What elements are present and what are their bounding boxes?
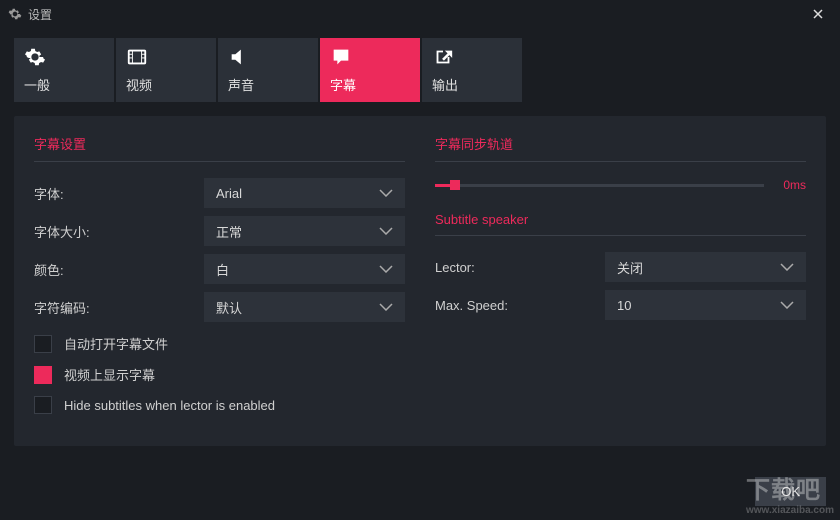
slider-thumb[interactable] [450,180,460,190]
select-value: 关闭 [617,258,643,277]
encoding-label: 字符编码: [34,298,204,317]
auto-open-label: 自动打开字幕文件 [64,334,168,353]
tab-label: 视频 [126,75,206,94]
maxspeed-select[interactable]: 10 [605,290,806,320]
tab-label: 声音 [228,75,308,94]
size-label: 字体大小: [34,222,204,241]
speaker-icon [228,46,250,68]
ok-button[interactable]: OK [755,477,826,506]
gear-icon [24,46,46,68]
lector-label: Lector: [435,260,605,275]
tab-general[interactable]: 一般 [14,38,114,102]
sync-value: 0ms [776,178,806,192]
tab-label: 一般 [24,75,104,94]
encoding-select[interactable]: 默认 [204,292,405,322]
tab-label: 输出 [432,75,512,94]
tab-video[interactable]: 视频 [116,38,216,102]
color-label: 颜色: [34,260,204,279]
tab-audio[interactable]: 声音 [218,38,318,102]
select-value: Arial [216,186,242,201]
tab-label: 字幕 [330,75,410,94]
select-value: 白 [216,260,229,279]
tab-output[interactable]: 输出 [422,38,522,102]
section-sync-track: 字幕同步轨道 [435,134,806,162]
tab-subtitle[interactable]: 字幕 [320,38,420,102]
font-label: 字体: [34,184,204,203]
film-icon [126,46,148,68]
speech-icon [330,46,352,68]
auto-open-checkbox[interactable] [34,335,52,353]
gear-icon [8,7,22,21]
export-icon [432,46,454,68]
chevron-down-icon [780,263,794,271]
show-on-video-checkbox[interactable] [34,366,52,384]
close-button[interactable] [804,4,832,24]
font-select[interactable]: Arial [204,178,405,208]
chevron-down-icon [379,303,393,311]
chevron-down-icon [379,189,393,197]
select-value: 10 [617,298,631,313]
sync-slider[interactable] [435,184,764,187]
tab-bar: 一般 视频 声音 字幕 输出 [14,38,826,102]
color-select[interactable]: 白 [204,254,405,284]
section-subtitle-speaker: Subtitle speaker [435,212,806,236]
select-value: 正常 [216,222,242,241]
hide-when-lector-checkbox[interactable] [34,396,52,414]
chevron-down-icon [379,227,393,235]
hide-when-lector-label: Hide subtitles when lector is enabled [64,398,275,413]
window-title: 设置 [28,6,52,23]
lector-select[interactable]: 关闭 [605,252,806,282]
maxspeed-label: Max. Speed: [435,298,605,313]
select-value: 默认 [216,298,242,317]
show-on-video-label: 视频上显示字幕 [64,365,155,384]
chevron-down-icon [780,301,794,309]
section-subtitle-settings: 字幕设置 [34,134,405,162]
size-select[interactable]: 正常 [204,216,405,246]
chevron-down-icon [379,265,393,273]
